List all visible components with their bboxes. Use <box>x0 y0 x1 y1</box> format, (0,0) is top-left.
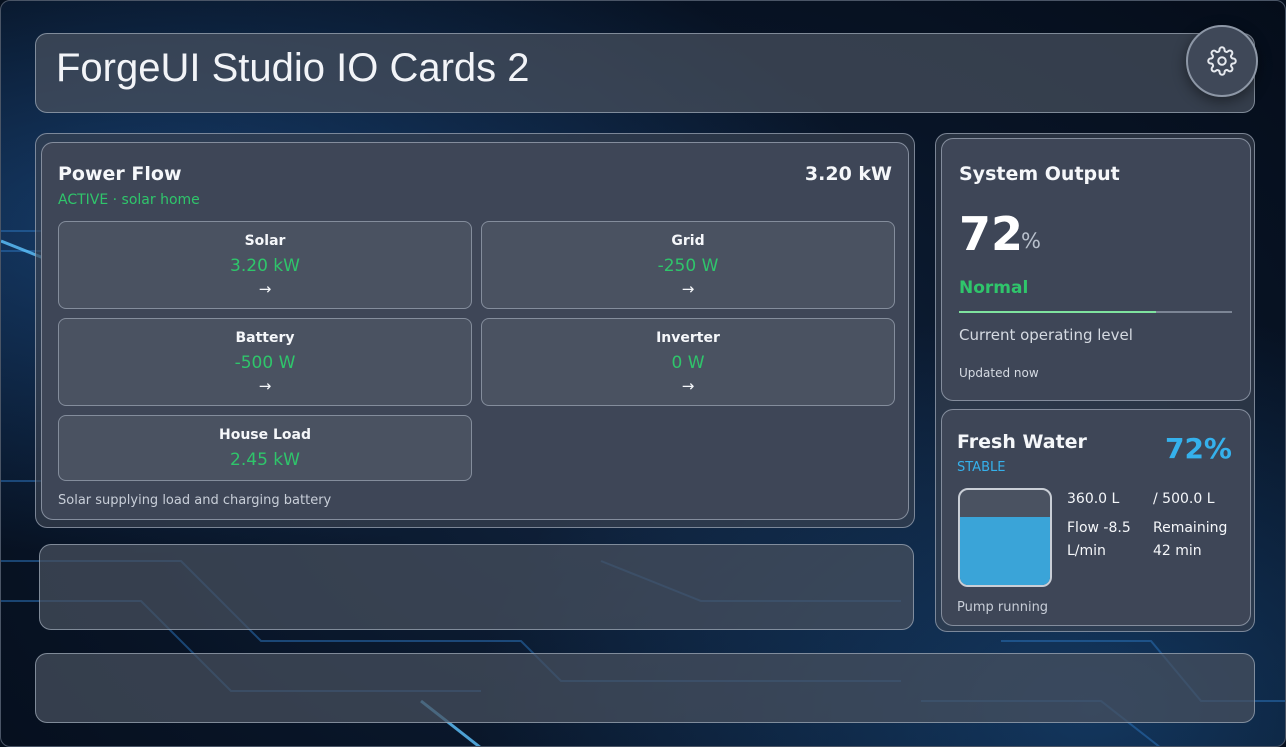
fresh-water-volume: 360.0 L <box>1067 491 1120 507</box>
system-output-state: Normal <box>959 278 1029 298</box>
system-output-unit: % <box>1021 229 1041 253</box>
gear-icon <box>1207 46 1237 76</box>
node-inverter[interactable]: Inverter 0 W → <box>481 318 895 406</box>
fresh-water-card: Fresh Water 72% STABLE 360.0 L / 500.0 L… <box>941 409 1251 626</box>
system-output-updated: Updated now <box>959 366 1039 380</box>
water-tank-fill <box>960 516 1050 585</box>
node-value: 3.20 kW <box>230 256 300 276</box>
node-label: Grid <box>671 233 705 249</box>
node-value: -500 W <box>234 353 296 373</box>
system-output-progress <box>959 311 1232 313</box>
power-flow-title: Power Flow <box>58 163 182 185</box>
fresh-water-capacity: / 500.0 L <box>1153 491 1215 507</box>
node-house-load[interactable]: House Load 2.45 kW <box>58 415 472 481</box>
system-output-title: System Output <box>959 163 1120 185</box>
fresh-water-remaining: Remaining 42 min <box>1153 520 1228 559</box>
empty-footer-card <box>35 653 1255 723</box>
arrow-right-icon: → <box>681 377 695 395</box>
power-flow-status: ACTIVE · solar home <box>58 192 200 208</box>
node-value: -250 W <box>657 256 719 276</box>
node-value: 0 W <box>671 353 705 373</box>
node-label: Solar <box>244 233 286 249</box>
system-output-progress-fill <box>959 311 1156 313</box>
arrow-right-icon: → <box>681 280 695 298</box>
header-bar: ForgeUI Studio IO Cards 2 <box>35 33 1255 113</box>
node-grid[interactable]: Grid -250 W → <box>481 221 895 309</box>
node-value: 2.45 kW <box>230 450 300 470</box>
page-title: ForgeUI Studio IO Cards 2 <box>56 46 530 90</box>
system-output-value: 72 <box>959 207 1024 261</box>
node-label: Battery <box>235 330 295 346</box>
power-flow-footer: Solar supplying load and charging batter… <box>58 493 332 508</box>
fresh-water-flow: Flow -8.5 L/min <box>1067 520 1131 559</box>
settings-button[interactable] <box>1186 25 1258 97</box>
empty-card <box>39 544 914 630</box>
node-label: House Load <box>218 427 311 443</box>
fresh-water-percent: 72% <box>1164 432 1232 465</box>
node-solar[interactable]: Solar 3.20 kW → <box>58 221 472 309</box>
node-battery[interactable]: Battery -500 W → <box>58 318 472 406</box>
fresh-water-status: STABLE <box>957 460 1006 475</box>
power-flow-card: Power Flow 3.20 kW ACTIVE · solar home S… <box>41 142 909 520</box>
system-output-caption: Current operating level <box>959 326 1133 344</box>
fresh-water-footer: Pump running <box>957 600 1049 615</box>
node-label: Inverter <box>656 330 720 346</box>
system-output-card: System Output 72 % Normal Current operat… <box>941 138 1251 401</box>
power-flow-total: 3.20 kW <box>804 163 892 185</box>
app-frame: ForgeUI Studio IO Cards 2 Power Flow 3.2… <box>0 0 1286 747</box>
fresh-water-title: Fresh Water <box>957 431 1087 453</box>
arrow-right-icon: → <box>258 280 272 298</box>
water-tank-gauge <box>958 488 1052 587</box>
arrow-right-icon: → <box>258 377 272 395</box>
